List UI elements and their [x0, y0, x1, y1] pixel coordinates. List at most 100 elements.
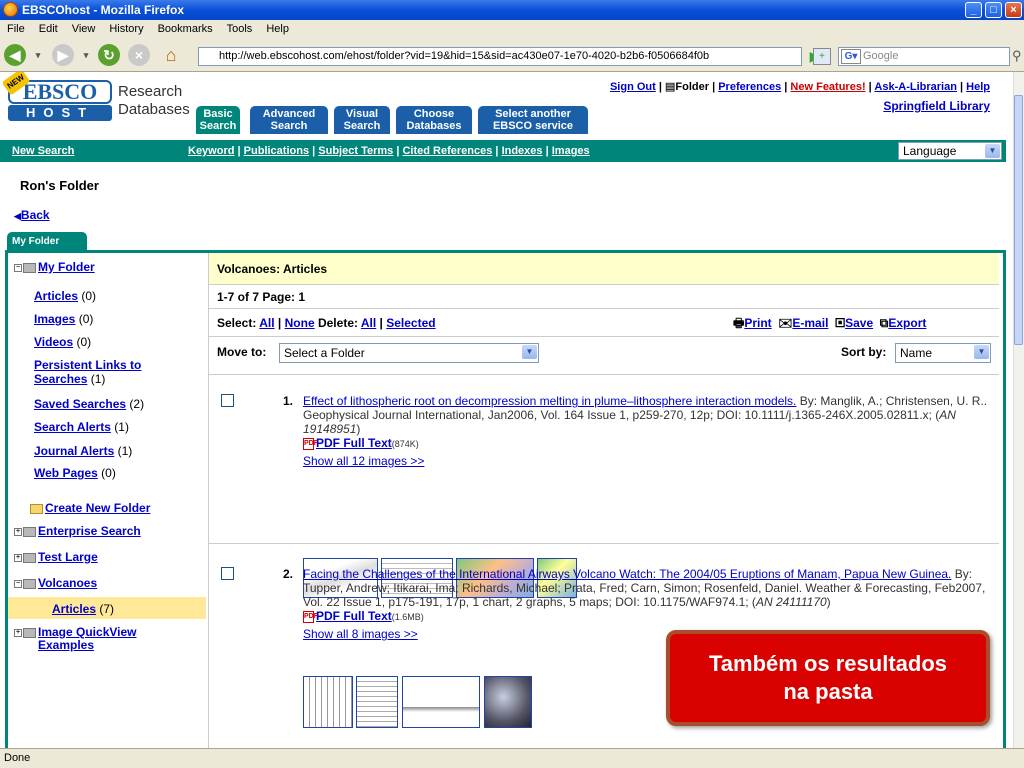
- sort-by-select[interactable]: Name ▼: [895, 343, 991, 363]
- images-link[interactable]: Images: [552, 145, 590, 157]
- back-link[interactable]: ◀Back: [14, 208, 50, 222]
- keyword-link[interactable]: Keyword: [188, 145, 234, 157]
- result-record: 1. Effect of lithospheric root on decomp…: [283, 394, 988, 468]
- menu-bar: File Edit View History Bookmarks Tools Help: [0, 20, 1024, 38]
- google-engine-icon[interactable]: G▾: [841, 49, 861, 64]
- reload-icon[interactable]: ↻: [98, 44, 120, 66]
- tab-advanced-search[interactable]: Advanced Search: [250, 106, 328, 134]
- tree-search-alerts[interactable]: Search Alerts (1): [34, 420, 129, 434]
- email-link[interactable]: E-mail: [792, 316, 828, 330]
- folder-icon[interactable]: ▤: [665, 81, 675, 93]
- show-all-images-link[interactable]: Show all 12 images >>: [303, 454, 424, 468]
- select-all-link[interactable]: All: [259, 316, 274, 330]
- search-magnifier-icon[interactable]: ⚲: [1012, 48, 1022, 64]
- my-folder-tab[interactable]: My Folder: [7, 232, 87, 251]
- image-thumbnail[interactable]: [356, 676, 398, 728]
- move-to-folder-select[interactable]: Select a Folder ▼: [279, 343, 539, 363]
- tab-visual-search[interactable]: Visual Search: [334, 106, 390, 134]
- tree-web-pages[interactable]: Web Pages (0): [34, 466, 116, 480]
- tree-persistent-links[interactable]: Persistent Links to Searches (1): [34, 358, 141, 386]
- image-thumbnail[interactable]: [484, 676, 532, 728]
- library-link[interactable]: Springfield Library: [800, 99, 990, 113]
- tree-journal-alerts[interactable]: Journal Alerts (1): [34, 444, 132, 458]
- tree-enterprise-search[interactable]: + Enterprise Search: [14, 524, 141, 538]
- image-thumbnail[interactable]: [402, 676, 480, 728]
- scrollbar-thumb[interactable]: [1014, 95, 1023, 345]
- forward-arrow-icon[interactable]: ▶: [52, 44, 74, 66]
- page-title: Ron's Folder: [20, 178, 99, 193]
- expand-icon[interactable]: +: [14, 527, 22, 536]
- addon-icon[interactable]: +: [813, 48, 831, 65]
- result-title-link[interactable]: Effect of lithospheric root on decompres…: [303, 394, 796, 408]
- language-select[interactable]: Language ▼: [898, 142, 1002, 160]
- tree-create-folder[interactable]: Create New Folder: [30, 501, 150, 515]
- collapse-icon[interactable]: −: [14, 263, 22, 272]
- result-checkbox[interactable]: [221, 394, 234, 407]
- preferences-link[interactable]: Preferences: [718, 81, 781, 93]
- show-all-images-link[interactable]: Show all 8 images >>: [303, 627, 418, 641]
- print-link[interactable]: Print: [744, 316, 771, 330]
- tab-choose-databases[interactable]: Choose Databases: [396, 106, 472, 134]
- collapse-icon[interactable]: −: [14, 579, 22, 588]
- help-link[interactable]: Help: [966, 81, 990, 93]
- publications-link[interactable]: Publications: [244, 145, 309, 157]
- export-link[interactable]: Export: [888, 316, 926, 330]
- new-search-link[interactable]: New Search: [12, 140, 74, 162]
- tree-videos[interactable]: Videos (0): [34, 335, 91, 349]
- tree-images[interactable]: Images (0): [34, 312, 93, 326]
- result-checkbox[interactable]: [221, 567, 234, 580]
- indexes-link[interactable]: Indexes: [502, 145, 543, 157]
- tree-test-large[interactable]: + Test Large: [14, 550, 98, 564]
- cited-references-link[interactable]: Cited References: [402, 145, 492, 157]
- ebscohost-logo[interactable]: EBSCO HOST NEW: [1, 72, 112, 121]
- triangle-left-icon: ◀: [14, 211, 21, 221]
- minimize-button[interactable]: _: [965, 2, 982, 18]
- menu-file[interactable]: File: [0, 20, 32, 38]
- stop-icon[interactable]: ×: [128, 44, 150, 66]
- new-folder-icon: [30, 503, 43, 514]
- subject-terms-link[interactable]: Subject Terms: [318, 145, 393, 157]
- pdf-full-text-link[interactable]: PDF Full Text: [316, 436, 392, 450]
- home-icon[interactable]: ⌂: [160, 44, 182, 66]
- pdf-full-text-link[interactable]: PDF Full Text: [316, 609, 392, 623]
- ask-librarian-link[interactable]: Ask-A-Librarian: [874, 81, 957, 93]
- tab-basic-search[interactable]: Basic Search: [196, 106, 240, 134]
- delete-selected-link[interactable]: Selected: [386, 316, 435, 330]
- tree-articles[interactable]: Articles (0): [34, 289, 96, 303]
- menu-edit[interactable]: Edit: [32, 20, 65, 38]
- window-title: EBSCOhost - Mozilla Firefox: [22, 3, 185, 17]
- chevron-down-icon: ▼: [522, 345, 537, 359]
- results-heading: Volcanoes: Articles: [209, 253, 999, 285]
- address-bar[interactable]: http://web.ebscohost.com/ehost/folder?vi…: [198, 47, 802, 66]
- menu-history[interactable]: History: [102, 20, 150, 38]
- email-icon: ✉: [778, 316, 793, 330]
- select-none-link[interactable]: None: [285, 316, 315, 330]
- expand-icon[interactable]: +: [14, 628, 22, 637]
- menu-view[interactable]: View: [65, 20, 103, 38]
- menu-bookmarks[interactable]: Bookmarks: [151, 20, 220, 38]
- web-page: EBSCO HOST NEW Research Databases Basic S…: [0, 72, 1013, 748]
- new-features-link[interactable]: New Features!: [790, 81, 865, 93]
- close-button[interactable]: ×: [1005, 2, 1022, 18]
- menu-tools[interactable]: Tools: [220, 20, 260, 38]
- tree-my-folder[interactable]: − My Folder: [14, 260, 95, 274]
- save-link[interactable]: Save: [845, 316, 873, 330]
- forward-dropdown-icon[interactable]: ▾: [80, 44, 92, 66]
- maximize-button[interactable]: □: [985, 2, 1002, 18]
- delete-all-link[interactable]: All: [361, 316, 376, 330]
- back-arrow-icon[interactable]: ◀: [4, 44, 26, 66]
- tree-image-quickview[interactable]: + Image QuickView Examples: [14, 626, 137, 652]
- tree-saved-searches[interactable]: Saved Searches (2): [34, 397, 144, 411]
- result-title-link[interactable]: Facing the Challenges of the Internation…: [303, 567, 951, 581]
- tree-volcanoes[interactable]: − Volcanoes: [14, 576, 97, 590]
- sign-out-link[interactable]: Sign Out: [610, 81, 656, 93]
- tree-volcanoes-articles[interactable]: Articles (7): [52, 602, 114, 616]
- back-dropdown-icon[interactable]: ▾: [32, 44, 44, 66]
- image-thumbnail[interactable]: [303, 676, 353, 728]
- tab-select-ebsco-service[interactable]: Select another EBSCO service: [478, 106, 588, 134]
- folder-link[interactable]: Folder: [675, 81, 709, 93]
- window-title-bar: EBSCOhost - Mozilla Firefox: [0, 0, 1024, 20]
- menu-help[interactable]: Help: [259, 20, 296, 38]
- search-box[interactable]: Google: [838, 47, 1010, 66]
- expand-icon[interactable]: +: [14, 553, 22, 562]
